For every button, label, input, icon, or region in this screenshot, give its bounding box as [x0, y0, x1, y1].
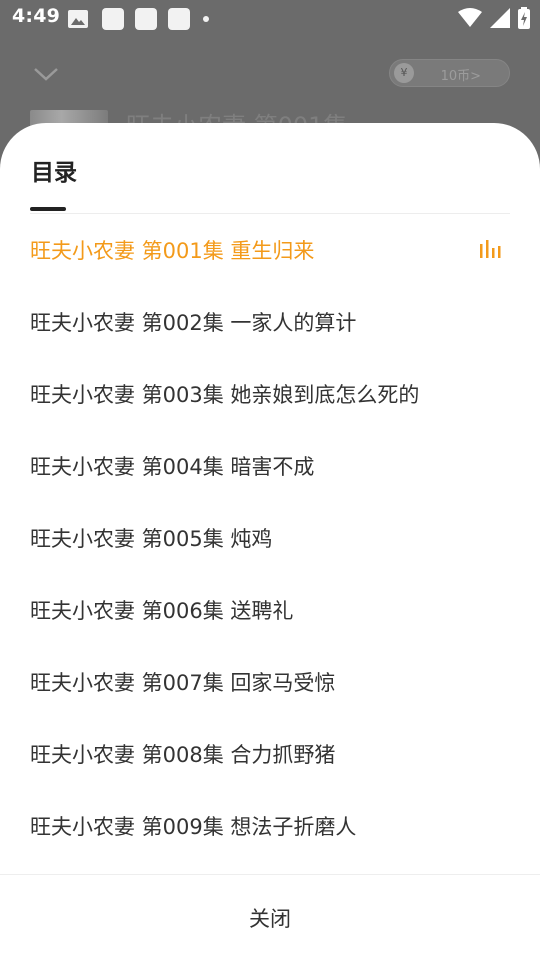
coin-button[interactable]: ¥ 10币> [389, 59, 510, 87]
playing-bars-icon [480, 240, 501, 258]
notification-square-icon [168, 8, 190, 30]
episode-item[interactable]: 旺夫小农妻 第006集 送聘礼 [0, 574, 540, 646]
coin-button-label: 10币> [440, 69, 481, 84]
episode-item[interactable]: 旺夫小农妻 第005集 炖鸡 [0, 502, 540, 574]
episode-label: 旺夫小农妻 第003集 她亲娘到底怎么死的 [30, 383, 420, 407]
episode-item[interactable]: 旺夫小农妻 第007集 回家马受惊 [0, 646, 540, 718]
yen-coin-icon: ¥ [394, 63, 414, 83]
dot-icon [203, 16, 209, 22]
notification-square-icon [135, 8, 157, 30]
catalog-title: 目录 [31, 160, 77, 186]
episode-label: 旺夫小农妻 第002集 一家人的算计 [30, 311, 357, 335]
notification-square-icon [102, 8, 124, 30]
episode-label: 旺夫小农妻 第001集 重生归来 [30, 239, 315, 263]
status-icons-left [68, 8, 209, 30]
episode-label: 旺夫小农妻 第007集 回家马受惊 [30, 671, 336, 695]
episode-label: 旺夫小农妻 第005集 炖鸡 [30, 527, 273, 551]
episode-item[interactable]: 旺夫小农妻 第009集 想法子折磨人 [0, 790, 540, 862]
episode-label: 旺夫小农妻 第009集 想法子折磨人 [30, 815, 357, 839]
catalog-sheet: 目录 旺夫小农妻 第001集 重生归来 旺夫小农妻 第002集 一家人的算计 旺… [0, 123, 540, 960]
episode-label: 旺夫小农妻 第008集 合力抓野猪 [30, 743, 336, 767]
episode-label: 旺夫小农妻 第006集 送聘礼 [30, 599, 294, 623]
player-header: ¥ 10币> 旺夫小农妻 第001集 [0, 36, 540, 140]
episode-list: 旺夫小农妻 第001集 重生归来 旺夫小农妻 第002集 一家人的算计 旺夫小农… [0, 214, 540, 862]
episode-item[interactable]: 旺夫小农妻 第002集 一家人的算计 [0, 286, 540, 358]
status-bar: 4:49 [0, 0, 540, 36]
episode-item[interactable]: 旺夫小农妻 第001集 重生归来 [0, 214, 540, 286]
chevron-down-icon[interactable] [32, 64, 60, 84]
episode-label: 旺夫小农妻 第004集 暗害不成 [30, 455, 315, 479]
wifi-icon [458, 8, 482, 27]
status-time: 4:49 [12, 5, 61, 27]
episode-item[interactable]: 旺夫小农妻 第008集 合力抓野猪 [0, 718, 540, 790]
episode-item[interactable]: 旺夫小农妻 第003集 她亲娘到底怎么死的 [0, 358, 540, 430]
signal-icon [490, 8, 510, 28]
image-icon [68, 10, 88, 28]
episode-item[interactable]: 旺夫小农妻 第004集 暗害不成 [0, 430, 540, 502]
tab-indicator [30, 207, 66, 211]
close-button[interactable]: 关闭 [0, 875, 540, 960]
status-icons-right [450, 7, 530, 29]
battery-icon [518, 7, 530, 29]
